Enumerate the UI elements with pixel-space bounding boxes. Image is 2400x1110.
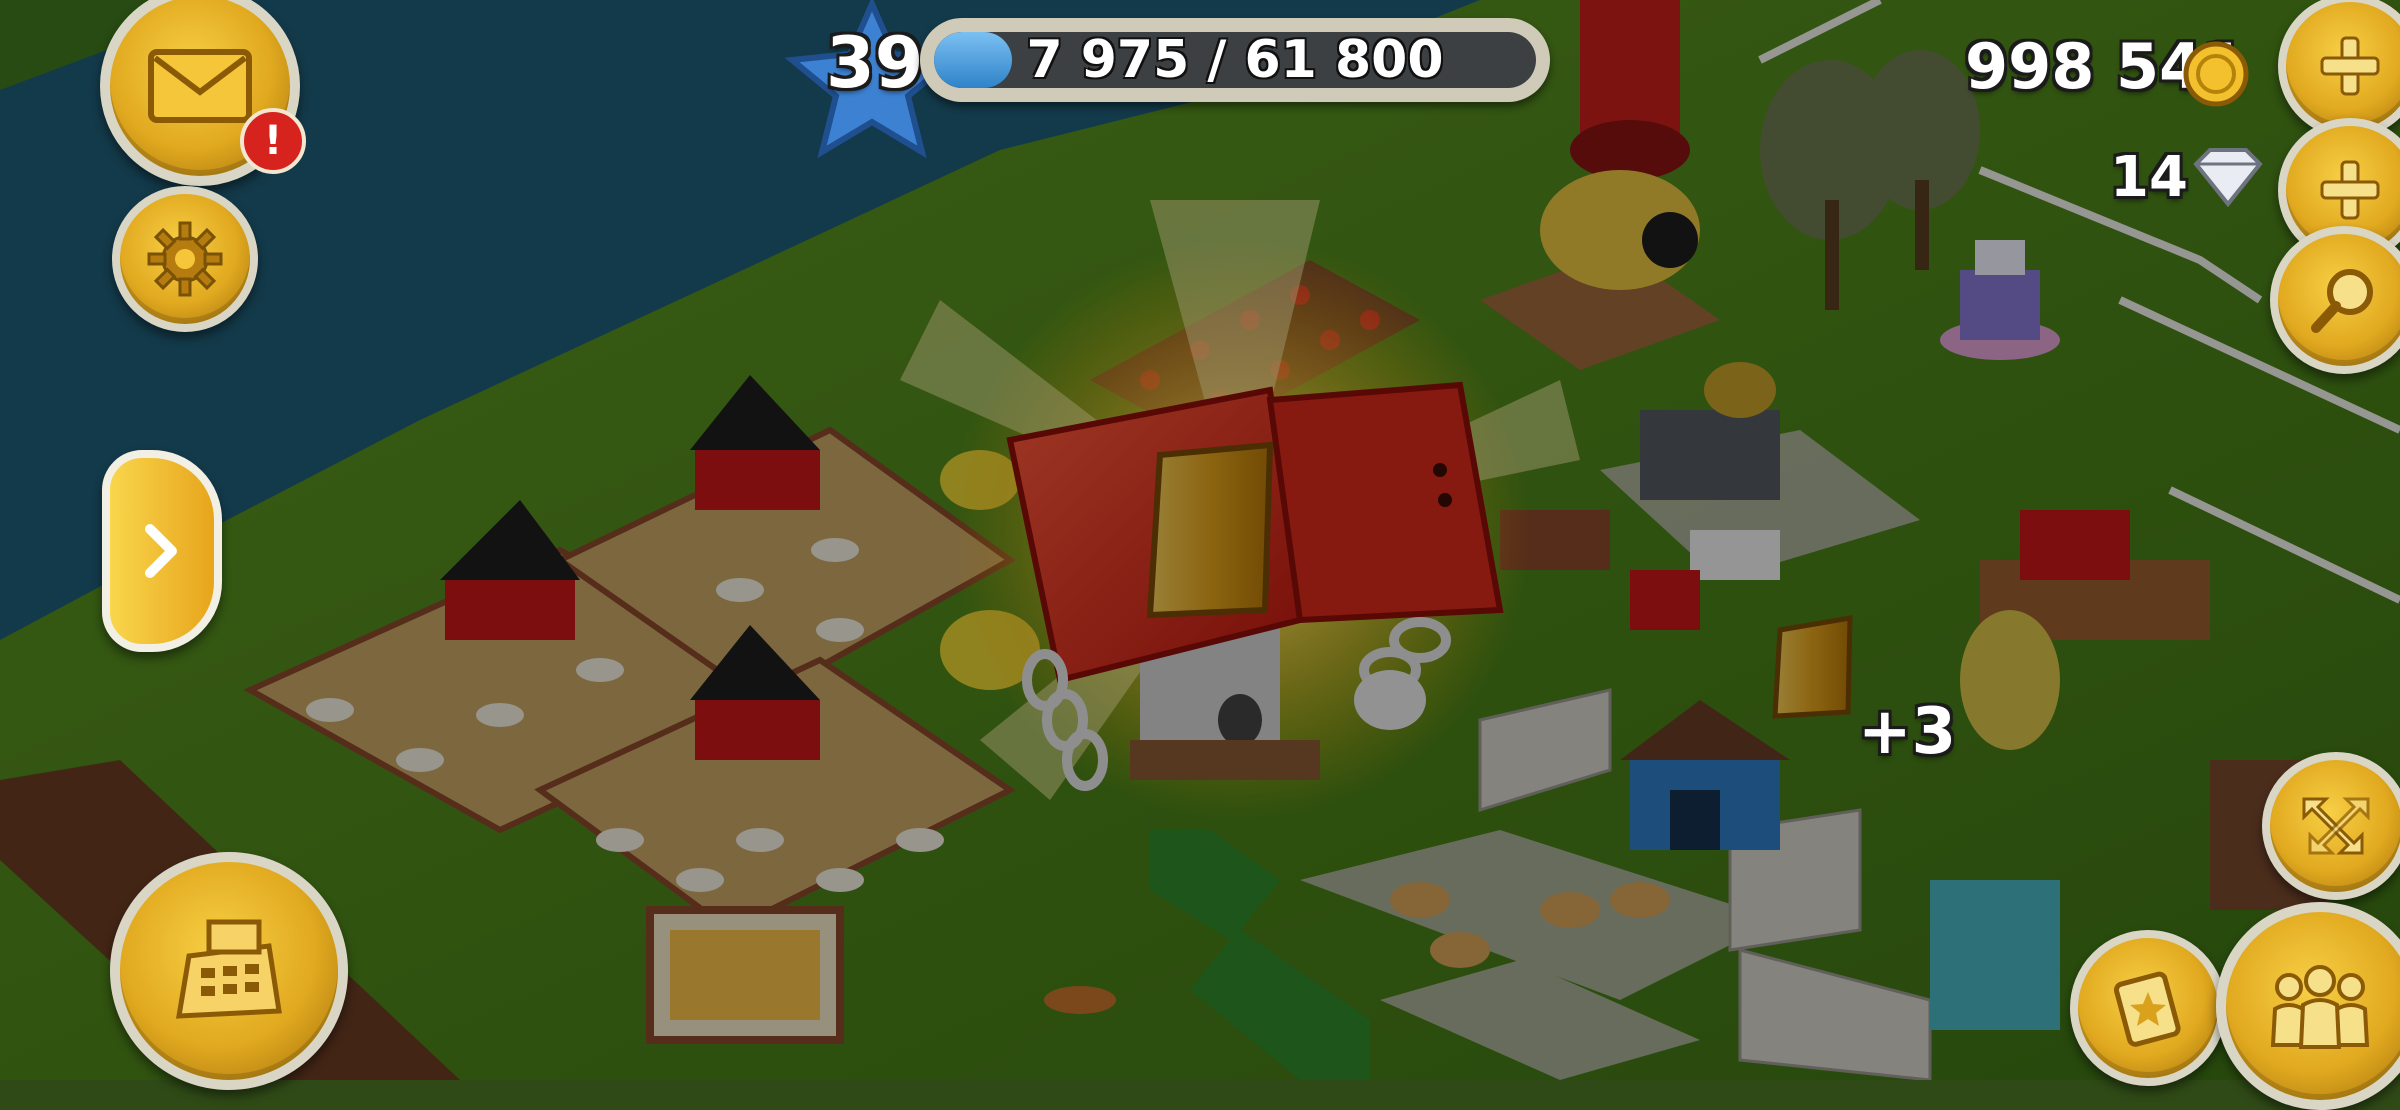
zoom-button[interactable]	[2262, 752, 2400, 900]
star-card-icon	[2113, 971, 2181, 1047]
cash-register-icon	[176, 919, 282, 1019]
golden-ticket-large	[1146, 441, 1274, 619]
settings-button[interactable]	[112, 186, 258, 332]
level-number: 39	[826, 22, 924, 104]
magnifier-icon	[2311, 269, 2373, 333]
gear-icon	[147, 221, 223, 297]
events-card-button[interactable]	[2070, 930, 2226, 1086]
plus-icon	[2320, 160, 2380, 220]
people-icon	[2270, 965, 2370, 1049]
diamond-count: 14	[2110, 145, 2188, 210]
chevron-right-icon	[145, 524, 177, 578]
billboard	[646, 906, 844, 1044]
mail-notification-badge: !	[240, 108, 306, 174]
diamond-icon	[2193, 148, 2263, 208]
silo	[1570, 0, 1690, 180]
xp-label: 7 975 / 61 800	[1026, 32, 1444, 88]
envelope-icon	[148, 49, 252, 123]
plus-icon	[2320, 36, 2380, 96]
shop-button[interactable]	[110, 852, 348, 1090]
reward-amount-label: +3	[1858, 695, 1957, 769]
coin-icon	[2183, 41, 2249, 107]
expand-arrows-icon	[2302, 797, 2370, 855]
xp-progress-bar[interactable]: 7 975 / 61 800	[920, 18, 1550, 102]
golden-ticket-small	[1772, 615, 1853, 719]
xp-track: 7 975 / 61 800	[934, 32, 1536, 88]
expand-panel-button[interactable]	[102, 450, 222, 652]
farm-scene	[0, 0, 2400, 1080]
